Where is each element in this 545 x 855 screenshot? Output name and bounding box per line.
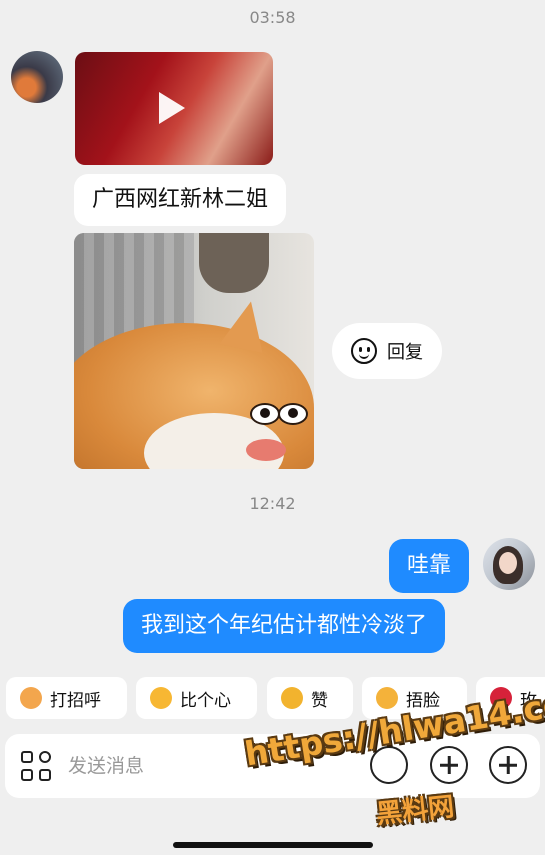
quick-reply-label: 赞 [311,690,328,711]
contact-avatar[interactable] [11,51,63,103]
timestamp-1: 03:58 [249,8,296,27]
timestamp-2: 12:42 [249,494,296,513]
quick-reply-label: 比个心 [180,690,231,711]
thumbs-up-emoji-icon [281,687,303,709]
quick-reply-heart[interactable]: 比个心 [136,677,257,719]
reply-button[interactable]: 回复 [332,323,442,379]
self-avatar[interactable] [483,538,535,590]
play-icon [159,92,185,124]
smile-icon [351,338,377,364]
heart-hands-emoji-icon [150,687,172,709]
quick-reply-like[interactable]: 赞 [267,677,353,719]
cat-meme-image[interactable] [74,233,314,469]
wave-emoji-icon [20,687,42,709]
add-icon[interactable] [489,746,527,784]
message-input[interactable]: 发送消息 [68,734,144,798]
quick-reply-wave[interactable]: 打招呼 [6,677,127,719]
video-message[interactable] [75,52,273,165]
outgoing-text-bubble[interactable]: 哇靠 [389,539,470,593]
watermark-brand: 黑料网 [374,791,456,830]
facepalm-emoji-icon [376,687,398,709]
sticker-plus-icon[interactable] [430,746,468,784]
home-indicator [173,842,373,848]
incoming-text-bubble[interactable]: 广西网红新林二姐 [74,174,287,226]
reply-label: 回复 [387,342,423,363]
quick-reply-label: 打招呼 [50,690,101,711]
outgoing-text-bubble[interactable]: 我到这个年纪估计都性冷淡了 [123,599,446,653]
apps-grid-icon[interactable] [21,751,53,783]
